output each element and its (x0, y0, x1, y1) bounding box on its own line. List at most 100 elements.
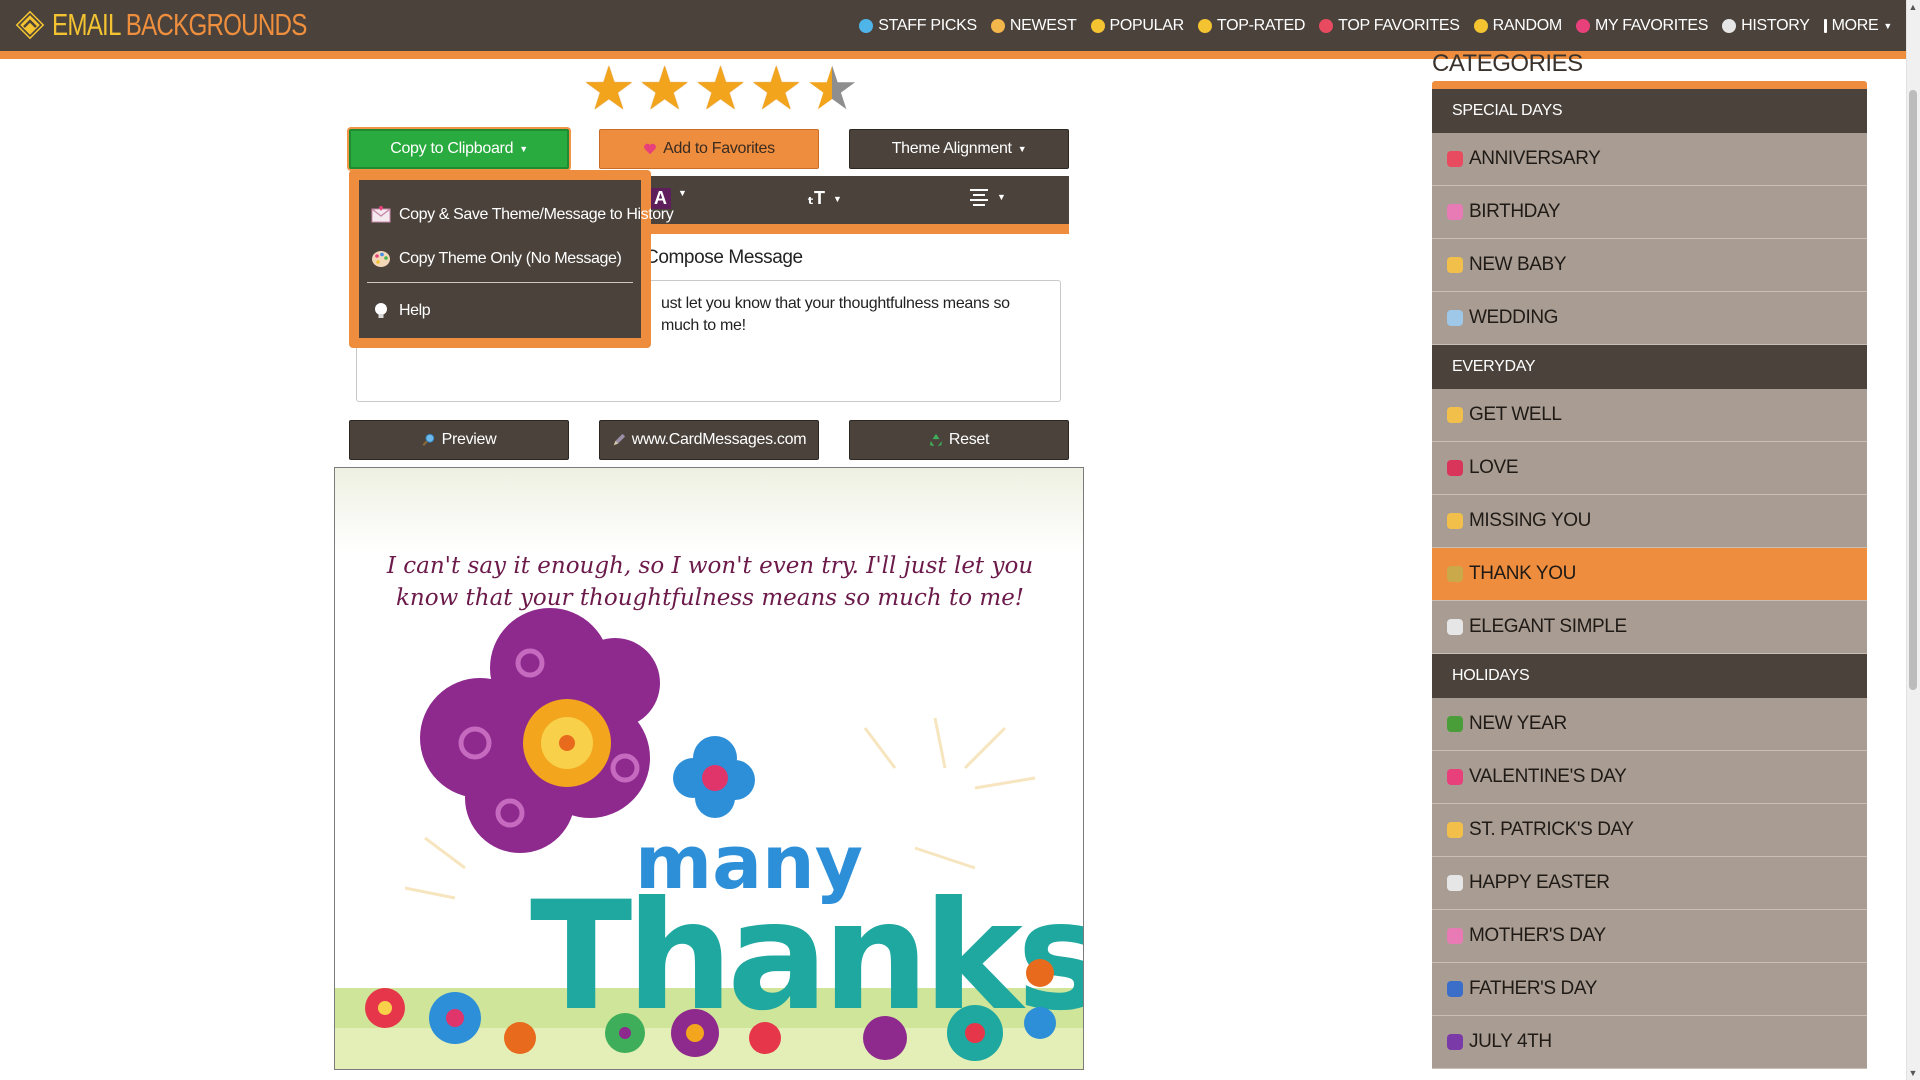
nav-label: STAFF PICKS (878, 16, 977, 34)
heart-icon (1575, 18, 1590, 33)
menu-item-copy-save[interactable]: Copy & Save Theme/Message to History (371, 206, 674, 224)
sidebar-item-elegant-simple[interactable]: ELEGANT SIMPLE (1432, 601, 1867, 654)
sparkles-icon (1473, 18, 1488, 33)
nav-label: HISTORY (1741, 16, 1810, 34)
logo-text: EMAIL BACKGROUNDS (52, 7, 307, 43)
menu-item-copy-theme-only[interactable]: Copy Theme Only (No Message) (371, 250, 622, 268)
caret-down-icon: ▼ (519, 144, 528, 154)
sidebar-section-heading: HOLIDAYS (1432, 654, 1867, 698)
toolbar-accent-stripe (602, 224, 1069, 234)
scroll-thumb[interactable] (1909, 90, 1917, 690)
sidebar-item-label: GET WELL (1469, 404, 1562, 425)
sidebar-item-label: THANK YOU (1469, 563, 1576, 584)
sidebar-item-label: JULY 4TH (1469, 1031, 1552, 1052)
logo-text-backgrounds: BACKGROUNDS (125, 7, 308, 42)
palette-icon (372, 251, 390, 267)
star-icon[interactable]: ★ (582, 59, 636, 119)
sidebar-item-birthday[interactable]: BIRTHDAY (1432, 186, 1867, 239)
sidebar-item-thank-you[interactable]: THANK YOU (1432, 548, 1867, 601)
nav-top-rated[interactable]: TOP-RATED (1197, 17, 1305, 35)
sad-face-icon (1447, 513, 1463, 529)
font-size-button[interactable]: ₜT ▼ (807, 188, 842, 209)
sidebar-item-label: ELEGANT SIMPLE (1469, 616, 1627, 637)
sidebar-item-mother-s-day[interactable]: MOTHER'S DAY (1432, 910, 1867, 963)
logo-text-email: EMAIL (52, 7, 121, 42)
lightbulb-icon (375, 303, 387, 318)
nav-my-favorites[interactable]: MY FAVORITES (1575, 16, 1709, 35)
cardmessages-link-label: www.CardMessages.com (631, 431, 807, 448)
sidebar-item-new-year[interactable]: NEW YEAR (1432, 698, 1867, 751)
star-icon[interactable]: ★ (805, 59, 859, 119)
sidebar-item-new-baby[interactable]: NEW BABY (1432, 239, 1867, 292)
copy-to-clipboard-button[interactable]: Copy to Clipboard ▼ (349, 129, 569, 169)
sidebar-item-label: MOTHER'S DAY (1469, 925, 1606, 946)
star-icon[interactable]: ★ (749, 59, 803, 119)
rings-icon (1447, 151, 1463, 167)
sidebar-item-st-patrick-s-day[interactable]: ST. PATRICK'S DAY (1432, 804, 1867, 857)
sidebar-item-get-well[interactable]: GET WELL (1432, 389, 1867, 442)
nav-label: MY FAVORITES (1594, 16, 1709, 34)
sidebar-item-happy-easter[interactable]: HAPPY EASTER (1432, 857, 1867, 910)
scroll-up-arrow-icon[interactable]: ▲ (1908, 2, 1918, 12)
sidebar-item-wedding[interactable]: WEDDING (1432, 292, 1867, 345)
nav-top-favorites[interactable]: TOP FAVORITES (1319, 16, 1460, 35)
sidebar-item-july-4th[interactable]: JULY 4TH (1432, 1016, 1867, 1069)
font-color-caret[interactable]: ▼ (678, 188, 687, 198)
menu-item-copy-theme-only-label: Copy Theme Only (No Message) (399, 250, 622, 267)
nav-more[interactable]: MORE ▼ (1823, 16, 1892, 35)
page-scrollbar[interactable]: ▲ ▼ (1906, 0, 1920, 1080)
caret-down-icon: ▼ (678, 188, 687, 198)
nav-label: TOP FAVORITES (1338, 16, 1460, 34)
sidebar-item-label: NEW BABY (1469, 254, 1567, 275)
reset-button[interactable]: Reset (849, 420, 1069, 460)
nav-newest[interactable]: NEWEST (990, 16, 1077, 35)
sidebar-item-label: MISSING YOU (1469, 510, 1591, 531)
star-icon[interactable]: ★ (694, 59, 748, 119)
sidebar-item-label: ST. PATRICK'S DAY (1469, 819, 1634, 840)
nav-staff-picks[interactable]: STAFF PICKS (859, 17, 977, 35)
nav-history[interactable]: HISTORY (1722, 16, 1810, 35)
baby-icon (1447, 257, 1463, 273)
nav-label: MORE (1831, 16, 1879, 34)
align-center-icon (970, 189, 988, 206)
praying-hands-icon (1447, 566, 1463, 582)
clock-icon (1722, 18, 1737, 33)
theme-alignment-button[interactable]: Theme Alignment ▼ (849, 129, 1069, 169)
caret-down-icon: ▼ (1017, 144, 1027, 154)
sidebar-item-love[interactable]: LOVE (1432, 442, 1867, 495)
star-icon[interactable]: ★ (638, 59, 692, 119)
sidebar-item-label: LOVE (1469, 457, 1519, 478)
star-rating[interactable]: ★ ★ ★ ★ ★ (582, 59, 859, 119)
text-align-button[interactable]: ▼ (969, 188, 1006, 206)
sidebar-section-heading: EVERYDAY (1432, 345, 1867, 389)
navbar-accent-stripe (0, 51, 1906, 59)
sidebar-item-label: BIRTHDAY (1469, 201, 1561, 222)
ring-icon (1447, 310, 1463, 326)
sidebar-item-anniversary[interactable]: ANNIVERSARY (1432, 133, 1867, 186)
sidebar-item-valentine-s-day[interactable]: VALENTINE'S DAY (1432, 751, 1867, 804)
nav-label: RANDOM (1492, 16, 1563, 34)
site-logo[interactable]: EMAIL BACKGROUNDS (14, 7, 378, 43)
caret-down-icon: ▼ (997, 192, 1006, 202)
flower-icon (1447, 928, 1463, 944)
sidebar-item-label: WEDDING (1469, 307, 1559, 328)
cardmessages-link-button[interactable]: www.CardMessages.com (599, 420, 819, 460)
preview-button[interactable]: Preview (349, 420, 569, 460)
copy-dropdown-menu: Copy & Save Theme/Message to History Cop… (349, 170, 674, 348)
menu-item-help[interactable]: Help (371, 302, 431, 320)
add-to-favorites-button[interactable]: Add to Favorites (599, 129, 819, 169)
scroll-down-arrow-icon[interactable]: ▼ (1908, 1068, 1918, 1078)
preview-label: Preview (441, 431, 497, 448)
nav-random[interactable]: RANDOM (1473, 16, 1563, 35)
card-message-text: I can't say it enough, so I won't even t… (386, 553, 1034, 611)
diamond-sign-icon (14, 9, 46, 41)
nav-popular[interactable]: POPULAR (1090, 17, 1184, 35)
recycle-icon (929, 433, 942, 447)
sidebar-item-missing-you[interactable]: MISSING YOU (1432, 495, 1867, 548)
copy-to-clipboard-label: Copy to Clipboard (390, 140, 514, 157)
baby-face-icon (990, 18, 1005, 33)
champagne-icon (1447, 716, 1463, 732)
sidebar-item-father-s-day[interactable]: FATHER'S DAY (1432, 963, 1867, 1016)
reset-label: Reset (948, 431, 990, 448)
nav-label: NEWEST (1009, 16, 1077, 34)
